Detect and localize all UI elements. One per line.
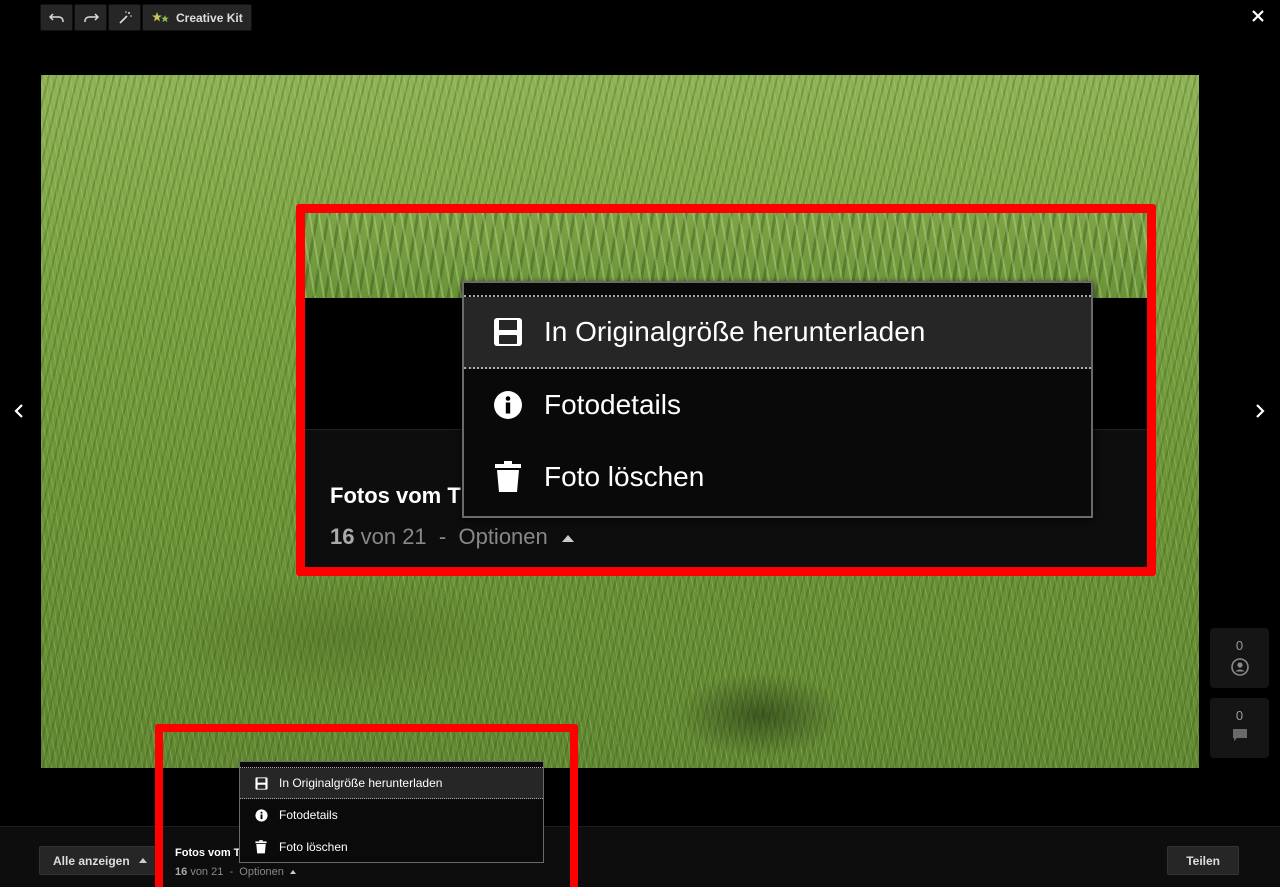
zoomed-menu-item-delete[interactable]: Foto löschen [464, 441, 1091, 513]
redo-button[interactable] [74, 4, 107, 31]
show-all-button[interactable]: Alle anzeigen [39, 846, 159, 875]
creative-kit-icon [152, 11, 169, 22]
redo-icon [83, 12, 99, 22]
zoomed-menu-label-details: Fotodetails [544, 389, 681, 420]
previous-photo-button[interactable] [9, 400, 29, 422]
position-current: 16 [175, 866, 188, 878]
trash-icon [492, 461, 524, 493]
floppy-disk-icon [492, 316, 524, 348]
zoomed-album-title: Fotos vom T [330, 483, 461, 508]
zoomed-menu-label-download: In Originalgröße herunterladen [544, 316, 926, 347]
zoomed-album-meta: 16 von 21 - Optionen [330, 524, 574, 550]
plus-one-counter[interactable]: 0 [1210, 628, 1269, 688]
zoomed-menu-item-details[interactable]: Fotodetails [464, 369, 1091, 441]
album-title: Fotos vom T [175, 847, 241, 859]
comment-icon [1232, 728, 1248, 745]
creative-kit-button[interactable]: Creative Kit [142, 4, 252, 31]
undo-button[interactable] [40, 4, 73, 31]
next-photo-button[interactable] [1250, 400, 1270, 422]
position-text: von 21 [190, 866, 224, 878]
close-viewer-button[interactable] [1248, 6, 1268, 26]
caret-up-icon [289, 870, 296, 875]
person-icon [1230, 658, 1249, 679]
close-icon [1252, 10, 1264, 22]
share-label: Teilen [1186, 853, 1220, 868]
chevron-left-icon [14, 404, 23, 418]
info-icon [492, 389, 524, 421]
zoomed-options-menu: In Originalgröße herunterladen Fotodetai… [462, 281, 1093, 518]
chevron-right-icon [1256, 404, 1265, 418]
creative-kit-label: Creative Kit [176, 10, 243, 25]
photo-viewer: Creative Kit 0 0 Fotos vom T 16 von 21 - [0, 0, 1280, 887]
options-menu: In Originalgröße herunterladen Fotodetai… [239, 761, 544, 863]
menu-item-download[interactable]: In Originalgröße herunterladen [240, 768, 543, 799]
magic-wand-icon [118, 10, 132, 24]
menu-item-delete[interactable]: Foto löschen [240, 831, 543, 863]
auto-fix-button[interactable] [108, 4, 141, 31]
zoomed-options-link[interactable]: Optionen [458, 524, 547, 549]
zoomed-position-current: 16 [330, 524, 355, 549]
caret-up-icon [561, 534, 574, 542]
zoomed-menu-item-download[interactable]: In Originalgröße herunterladen [464, 297, 1091, 369]
menu-label-download: In Originalgröße herunterladen [279, 776, 443, 790]
zoomed-menu-label-delete: Foto löschen [544, 461, 705, 492]
show-all-label: Alle anzeigen [53, 853, 130, 868]
zoomed-callout: Fotos vom T 16 von 21 - Optionen In Orig… [296, 204, 1156, 576]
caret-up-icon [138, 858, 147, 863]
menu-label-delete: Foto löschen [279, 840, 348, 854]
plus-one-count: 0 [1235, 638, 1244, 653]
editing-toolbar: Creative Kit [40, 4, 252, 31]
undo-icon [48, 12, 64, 22]
info-icon [254, 808, 268, 822]
separator: - [229, 866, 234, 878]
menu-label-details: Fotodetails [279, 808, 338, 822]
share-button[interactable]: Teilen [1167, 846, 1239, 875]
trash-icon [254, 840, 268, 854]
menu-item-details[interactable]: Fotodetails [240, 799, 543, 831]
comment-count: 0 [1235, 708, 1244, 723]
options-link[interactable]: Optionen [239, 866, 284, 878]
zoomed-separator: - [438, 524, 447, 549]
album-meta: 16 von 21 - Optionen [175, 866, 296, 878]
zoomed-position-text: von 21 [360, 524, 427, 549]
comments-counter[interactable]: 0 [1210, 698, 1269, 758]
floppy-disk-icon [254, 776, 268, 790]
